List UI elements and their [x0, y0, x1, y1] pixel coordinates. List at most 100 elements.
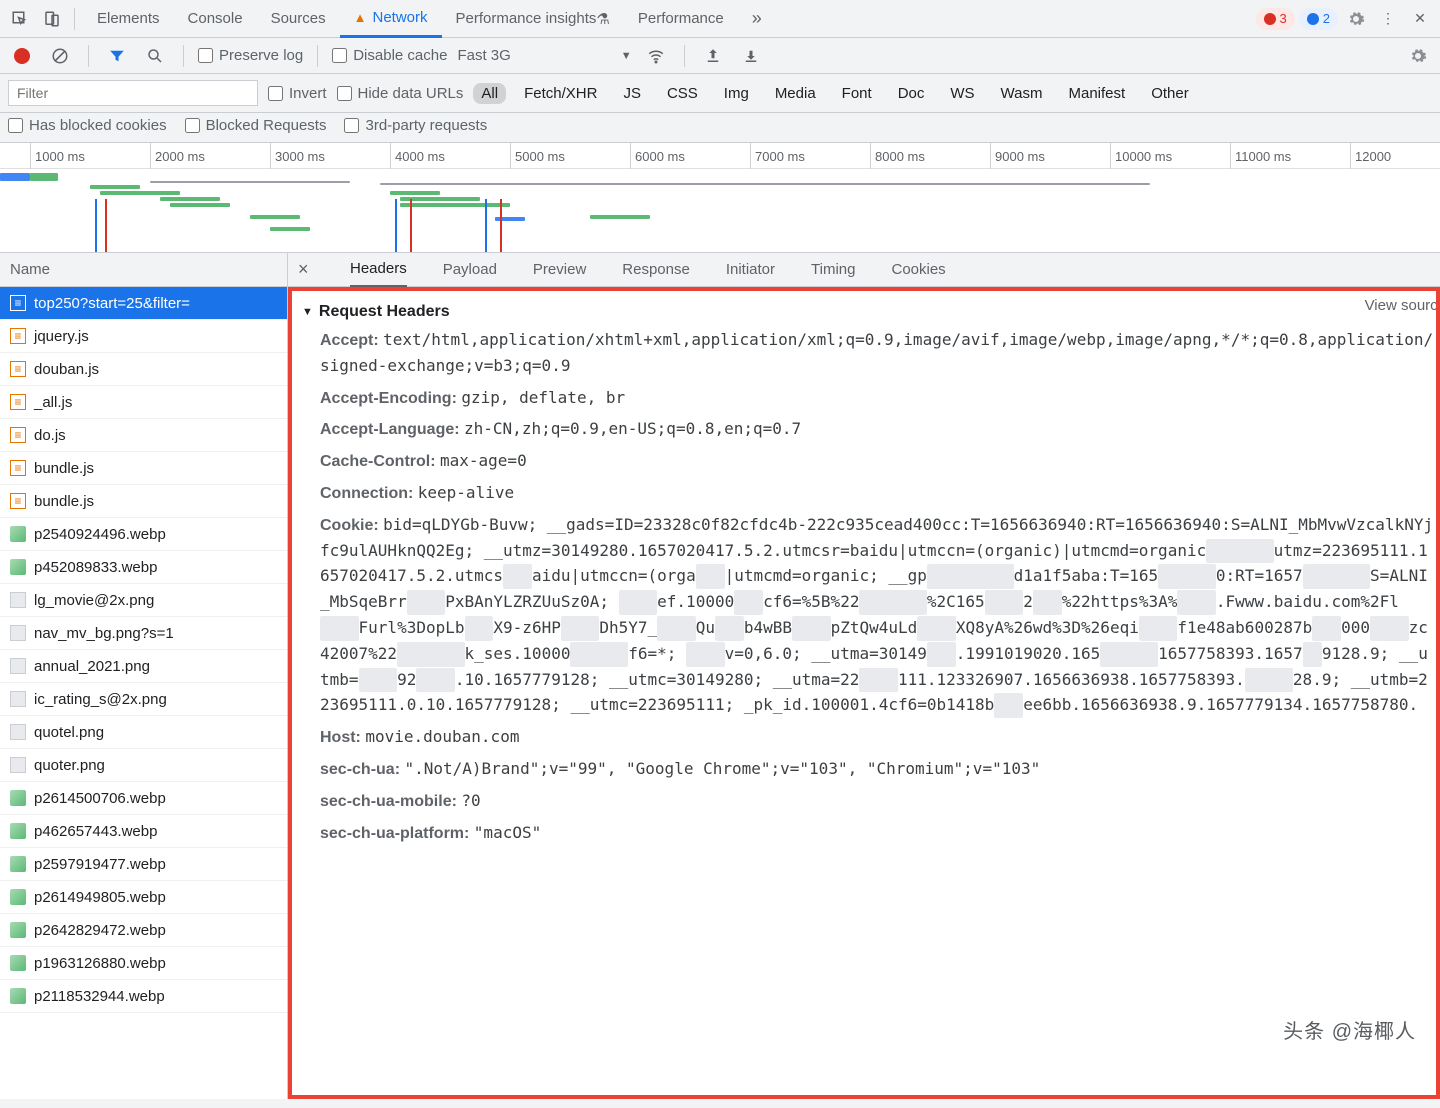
redacted: ███	[927, 642, 956, 667]
type-filter-js[interactable]: JS	[615, 83, 649, 104]
list-item[interactable]: p452089833.webp	[0, 551, 287, 584]
wifi-icon[interactable]	[642, 42, 670, 70]
tab-sources[interactable]: Sources	[257, 0, 340, 38]
detail-tab-response[interactable]: Response	[622, 253, 690, 287]
detail-tab-timing[interactable]: Timing	[811, 253, 855, 287]
timeline-overview[interactable]: 1000 ms2000 ms3000 ms4000 ms5000 ms6000 …	[0, 143, 1440, 253]
list-item[interactable]: p2540924496.webp	[0, 518, 287, 551]
tab-network[interactable]: ▲Network	[340, 0, 442, 38]
tab-elements[interactable]: Elements	[83, 0, 174, 38]
warning-triangle-icon: ▲	[354, 10, 367, 25]
list-item[interactable]: annual_2021.png	[0, 650, 287, 683]
type-filter-media[interactable]: Media	[767, 83, 824, 104]
upload-icon[interactable]	[699, 42, 727, 70]
redacted: ████	[1177, 590, 1216, 615]
close-icon[interactable]: ✕	[1406, 5, 1434, 33]
chevron-down-icon[interactable]: ▼	[621, 50, 632, 62]
type-filter-ws[interactable]: WS	[942, 83, 982, 104]
type-filter-font[interactable]: Font	[834, 83, 880, 104]
requests-list[interactable]: ≡top250?start=25&filter=≡jquery.js≡douba…	[0, 287, 287, 1099]
list-item[interactable]: ≡top250?start=25&filter=	[0, 287, 287, 320]
search-icon[interactable]	[141, 42, 169, 70]
type-filter-manifest[interactable]: Manifest	[1061, 83, 1134, 104]
header-value: movie.douban.com	[365, 727, 519, 746]
section-title: Request Headers	[319, 303, 450, 321]
list-item[interactable]: p2118532944.webp	[0, 980, 287, 1013]
file-name: p2597919477.webp	[34, 856, 166, 873]
type-filter-css[interactable]: CSS	[659, 83, 706, 104]
header-row: Accept-Encoding: gzip, deflate, br	[302, 383, 1436, 415]
redacted: ███	[696, 564, 725, 589]
clear-icon[interactable]	[46, 42, 74, 70]
name-column-header[interactable]: Name	[0, 253, 287, 287]
list-item[interactable]: ≡bundle.js	[0, 452, 287, 485]
list-item[interactable]: quoter.png	[0, 749, 287, 782]
file-name: p2614500706.webp	[34, 790, 166, 807]
view-source-link[interactable]: View source	[1365, 297, 1440, 314]
blocked-requests-checkbox[interactable]: Blocked Requests	[185, 117, 327, 134]
header-value: ?0	[461, 791, 480, 810]
request-details-pane: × Headers Payload Preview Response Initiator…	[288, 253, 1440, 1099]
type-filter-wasm[interactable]: Wasm	[993, 83, 1051, 104]
request-headers-section[interactable]: ▼ Request Headers	[302, 299, 1436, 325]
list-item[interactable]: nav_mv_bg.png?s=1	[0, 617, 287, 650]
detail-tab-headers[interactable]: Headers	[350, 253, 407, 287]
timeline-tick: 8000 ms	[870, 143, 925, 169]
list-item[interactable]: p2642829472.webp	[0, 914, 287, 947]
more-tabs-icon[interactable]: »	[742, 8, 772, 29]
detail-tab-cookies[interactable]: Cookies	[891, 253, 945, 287]
type-filter-other[interactable]: Other	[1143, 83, 1197, 104]
record-button[interactable]	[8, 42, 36, 70]
inspect-icon[interactable]	[6, 5, 34, 33]
close-details-icon[interactable]: ×	[298, 259, 322, 280]
hide-data-urls-checkbox[interactable]: Hide data URLs	[337, 85, 464, 102]
list-item[interactable]: ≡bundle.js	[0, 485, 287, 518]
details-tabs: × Headers Payload Preview Response Initiator…	[288, 253, 1440, 287]
type-filter-img[interactable]: Img	[716, 83, 757, 104]
list-item[interactable]: ≡douban.js	[0, 353, 287, 386]
redacted: ███	[503, 564, 532, 589]
list-item[interactable]: quotel.png	[0, 716, 287, 749]
js-file-icon: ≡	[10, 394, 26, 410]
error-badge[interactable]: 3	[1256, 8, 1295, 30]
file-name: p2540924496.webp	[34, 526, 166, 543]
list-item[interactable]: p2614949805.webp	[0, 881, 287, 914]
tabs-container: ElementsConsoleSources▲NetworkPerformanc…	[83, 0, 738, 38]
type-filter-doc[interactable]: Doc	[890, 83, 933, 104]
third-party-checkbox[interactable]: 3rd-party requests	[344, 117, 487, 134]
file-name: p2614949805.webp	[34, 889, 166, 906]
gear-icon[interactable]	[1342, 5, 1370, 33]
disable-cache-checkbox[interactable]: Disable cache	[332, 47, 447, 64]
list-item[interactable]: p2597919477.webp	[0, 848, 287, 881]
blocked-cookies-checkbox[interactable]: Has blocked cookies	[8, 117, 167, 134]
detail-tab-payload[interactable]: Payload	[443, 253, 497, 287]
gear-icon[interactable]	[1404, 42, 1432, 70]
detail-tab-initiator[interactable]: Initiator	[726, 253, 775, 287]
tab-performance[interactable]: Performance	[624, 0, 738, 38]
list-item[interactable]: ≡do.js	[0, 419, 287, 452]
list-item[interactable]: p2614500706.webp	[0, 782, 287, 815]
device-toggle-icon[interactable]	[38, 5, 66, 33]
list-item[interactable]: ≡ _all.js	[0, 386, 287, 419]
list-item[interactable]: lg_movie@2x.png	[0, 584, 287, 617]
file-name: p462657443.webp	[34, 823, 157, 840]
error-count: 3	[1280, 11, 1287, 26]
throttle-select[interactable]: Fast 3G	[457, 47, 510, 64]
warning-badge[interactable]: 2	[1299, 8, 1338, 30]
list-item[interactable]: p462657443.webp	[0, 815, 287, 848]
filter-toggle-icon[interactable]	[103, 42, 131, 70]
list-item[interactable]: p1963126880.webp	[0, 947, 287, 980]
tab-performance-insights[interactable]: Performance insights ⚗	[442, 0, 624, 38]
download-icon[interactable]	[737, 42, 765, 70]
list-item[interactable]: ic_rating_s@2x.png	[0, 683, 287, 716]
tab-console[interactable]: Console	[174, 0, 257, 38]
type-filter-fetchxhr[interactable]: Fetch/XHR	[516, 83, 605, 104]
invert-checkbox[interactable]: Invert	[268, 85, 327, 102]
kebab-icon[interactable]: ⋮	[1374, 5, 1402, 33]
detail-tab-preview[interactable]: Preview	[533, 253, 586, 287]
filter-input[interactable]	[8, 80, 258, 106]
type-filter-all[interactable]: All	[473, 83, 506, 104]
file-name: _all.js	[34, 394, 72, 411]
list-item[interactable]: ≡jquery.js	[0, 320, 287, 353]
preserve-log-checkbox[interactable]: Preserve log	[198, 47, 303, 64]
